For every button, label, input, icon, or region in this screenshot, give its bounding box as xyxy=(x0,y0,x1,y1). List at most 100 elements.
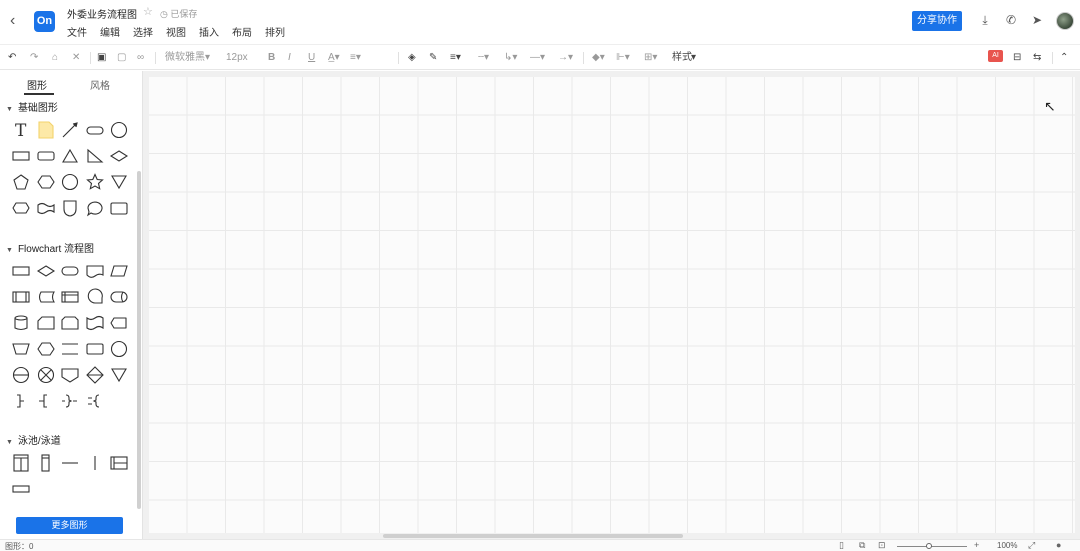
internal-storage-shape[interactable] xyxy=(58,287,82,307)
fit-icon[interactable]: ⊡ xyxy=(878,540,886,551)
predefined-process-shape[interactable] xyxy=(9,287,33,307)
style-select[interactable]: 样式 xyxy=(672,51,692,65)
more-shapes-button[interactable]: 更多图形 xyxy=(16,517,123,534)
panel-icon[interactable]: ⊟ xyxy=(1013,51,1021,65)
line-color-icon[interactable]: ✎ xyxy=(429,51,437,65)
collapse-icon[interactable]: ⌃ xyxy=(1060,51,1068,65)
note-shape[interactable] xyxy=(34,120,58,140)
wave-shape[interactable] xyxy=(34,198,58,218)
download-icon[interactable]: ⤓ xyxy=(978,12,992,28)
card-flow-shape[interactable] xyxy=(34,313,58,333)
zoom-level[interactable]: 100% xyxy=(997,541,1017,550)
vertical-pool-shape[interactable] xyxy=(9,453,33,473)
preparation-shape[interactable] xyxy=(34,339,58,359)
stored-data-shape[interactable] xyxy=(34,287,58,307)
horizontal-pool-shape[interactable] xyxy=(107,453,131,473)
section-swimlane[interactable]: ▼ 泳池/泳道 xyxy=(6,432,61,447)
text-align-icon[interactable]: ≡▾ xyxy=(350,51,361,65)
bookmark-icon[interactable]: ⧉ xyxy=(859,540,865,551)
font-family-select[interactable]: 微软雅黑 xyxy=(165,51,205,65)
fullscreen-icon[interactable]: ⤢ xyxy=(1028,540,1035,551)
vertical-separator-shape[interactable] xyxy=(83,453,107,473)
decision-shape[interactable] xyxy=(34,261,58,281)
menu-view[interactable]: 视图 xyxy=(166,24,186,39)
line-shape[interactable] xyxy=(58,120,82,140)
brace-left-shape[interactable] xyxy=(83,391,107,411)
merge-shape[interactable] xyxy=(107,365,131,385)
menu-layout[interactable]: 布局 xyxy=(232,24,252,39)
circle-shape[interactable] xyxy=(107,120,131,140)
share-button[interactable]: 分享协作 xyxy=(912,11,962,31)
font-size-select[interactable]: 12px xyxy=(226,51,248,65)
line-icon[interactable]: —▾ xyxy=(530,51,545,65)
rounded-rect-shape[interactable] xyxy=(83,120,107,140)
direct-data-shape[interactable] xyxy=(107,287,131,307)
zoom-in-icon[interactable]: + xyxy=(974,540,979,550)
page-icon[interactable]: ▯ xyxy=(839,540,844,551)
connector-icon[interactable]: ↳▾ xyxy=(504,51,517,65)
layer-icon[interactable]: ◆▾ xyxy=(592,51,605,65)
menu-select[interactable]: 选择 xyxy=(133,24,153,39)
underline-icon[interactable]: U xyxy=(308,51,315,65)
connector-shape[interactable] xyxy=(107,339,131,359)
sequential-data-shape[interactable] xyxy=(83,287,107,307)
hexagon-shape[interactable] xyxy=(34,172,58,192)
or-shape[interactable] xyxy=(9,365,33,385)
undo-icon[interactable]: ↶ xyxy=(8,51,16,65)
arrow-style-icon[interactable]: →▾ xyxy=(558,51,573,65)
brace-shape[interactable] xyxy=(58,391,82,411)
line-width-icon[interactable]: ≡▾ xyxy=(450,51,461,65)
card-shape[interactable] xyxy=(107,198,131,218)
paper-tape-shape[interactable] xyxy=(83,313,107,333)
star-shape[interactable] xyxy=(83,172,107,192)
menu-edit[interactable]: 编辑 xyxy=(100,24,120,39)
document-shape[interactable] xyxy=(83,261,107,281)
menu-arrange[interactable]: 排列 xyxy=(265,24,285,39)
data-shape[interactable] xyxy=(107,261,131,281)
parallel-mode-shape[interactable] xyxy=(58,339,82,359)
octagon-shape[interactable] xyxy=(58,172,82,192)
sort-shape[interactable] xyxy=(83,365,107,385)
inverted-triangle-shape[interactable] xyxy=(107,172,131,192)
help-icon[interactable]: ● xyxy=(1056,540,1061,550)
diamond-shape[interactable] xyxy=(107,146,131,166)
round-rectangle-shape[interactable] xyxy=(34,146,58,166)
annotation-left-shape[interactable] xyxy=(34,391,58,411)
format-painter-icon[interactable]: ⌂ xyxy=(52,51,58,65)
database-shape[interactable] xyxy=(9,313,33,333)
menu-insert[interactable]: 插入 xyxy=(199,24,219,39)
process-shape[interactable] xyxy=(9,261,33,281)
star-icon[interactable]: ☆ xyxy=(143,5,153,18)
display-shape[interactable] xyxy=(107,313,131,333)
section-basic-shapes[interactable]: ▼ 基础图形 xyxy=(6,99,58,114)
text-color-icon[interactable]: A̲▾ xyxy=(328,51,340,65)
triangle-shape[interactable] xyxy=(58,146,82,166)
tab-shapes[interactable]: 图形 xyxy=(27,77,47,92)
line-style-icon[interactable]: ┄▾ xyxy=(478,51,489,65)
fill-color-icon[interactable]: ◈ xyxy=(408,51,416,65)
grid-icon[interactable]: ⊞▾ xyxy=(644,51,657,65)
tab-style[interactable]: 风格 xyxy=(90,77,110,92)
italic-icon[interactable]: I xyxy=(288,51,291,65)
zoom-slider[interactable] xyxy=(897,546,967,547)
menu-file[interactable]: 文件 xyxy=(67,24,87,39)
bold-icon[interactable]: B xyxy=(268,51,275,65)
align-icon[interactable]: ⊩▾ xyxy=(616,51,630,65)
back-icon[interactable]: ‹ xyxy=(10,12,24,30)
terminator-shape[interactable] xyxy=(58,261,82,281)
redo-icon[interactable]: ↷ xyxy=(30,51,38,65)
manual-input-shape[interactable] xyxy=(9,339,33,359)
shield-shape[interactable] xyxy=(58,198,82,218)
horizontal-separator-shape[interactable] xyxy=(58,453,82,473)
cloud-shape[interactable] xyxy=(9,198,33,218)
image-icon[interactable]: ▣ xyxy=(97,51,106,65)
chevron-down-icon[interactable]: ▾ xyxy=(691,51,696,65)
chevron-down-icon[interactable]: ▾ xyxy=(205,51,210,65)
avatar[interactable] xyxy=(1056,12,1074,30)
send-icon[interactable]: ➤ xyxy=(1030,12,1044,28)
shape-icon[interactable]: ▢ xyxy=(117,51,126,65)
canvas-horizontal-scrollbar[interactable] xyxy=(383,534,683,538)
section-flowchart[interactable]: ▼ Flowchart 流程图 xyxy=(6,240,94,255)
annotation-shape[interactable] xyxy=(9,391,33,411)
phone-icon[interactable]: ✆ xyxy=(1004,12,1018,28)
